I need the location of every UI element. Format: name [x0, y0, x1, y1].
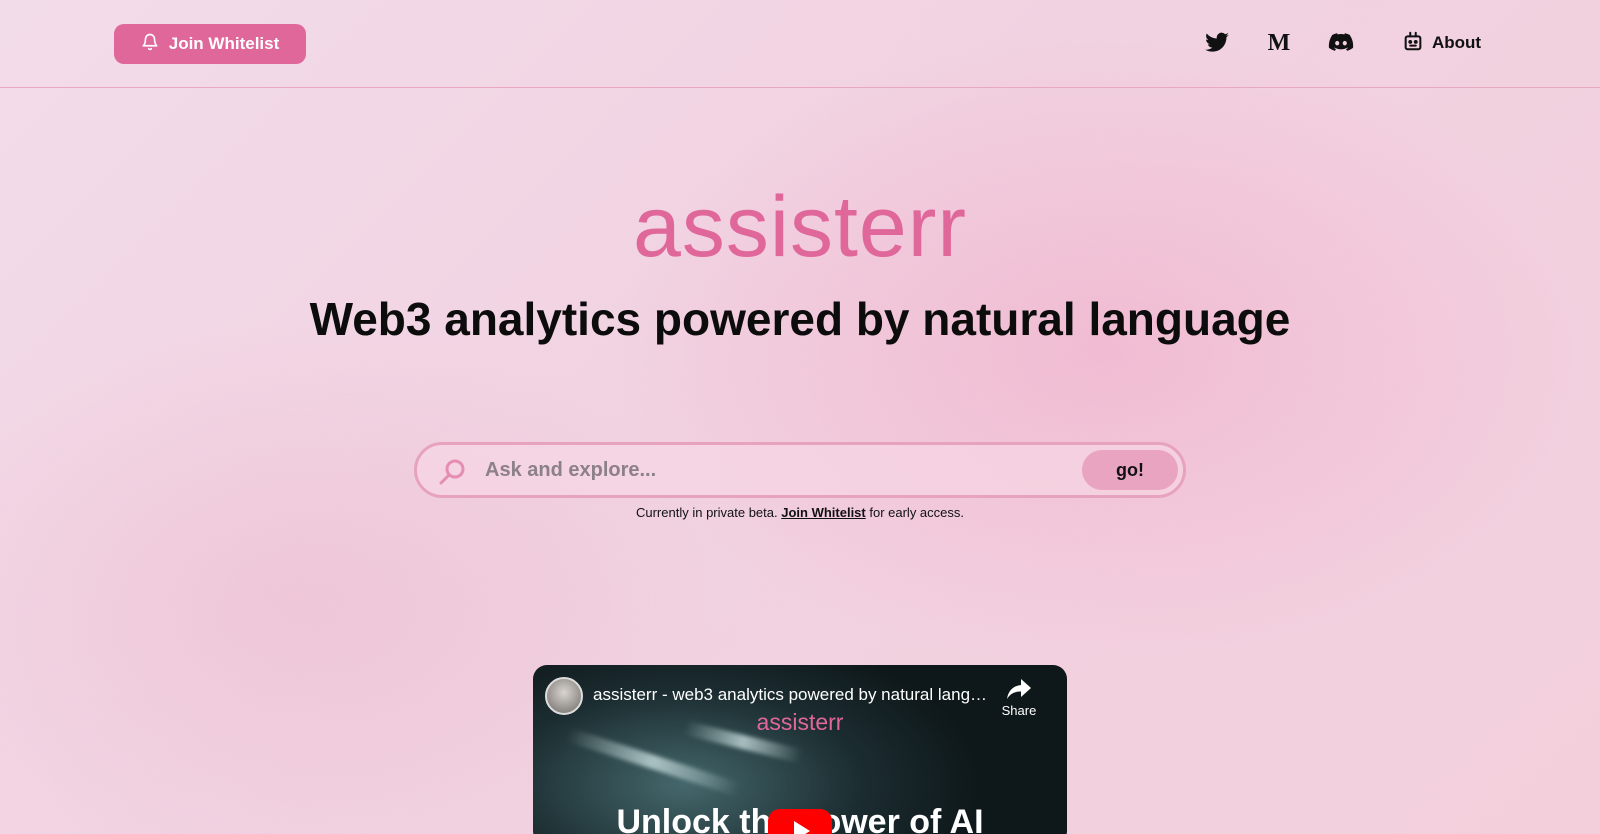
join-whitelist-link[interactable]: Join Whitelist — [781, 505, 866, 520]
beta-note: Currently in private beta. Join Whitelis… — [0, 505, 1600, 520]
play-icon[interactable] — [768, 809, 832, 834]
about-label: About — [1432, 33, 1482, 52]
bell-icon — [141, 33, 159, 56]
page-headline: Web3 analytics powered by natural langua… — [309, 293, 1291, 345]
beta-note-suffix: for early access. — [869, 505, 965, 520]
join-whitelist-label: Join Whitelist — [168, 34, 280, 53]
medium-icon[interactable]: M — [1264, 28, 1294, 58]
join-whitelist-button[interactable]: Join Whitelist — [114, 24, 306, 64]
share-icon — [1007, 679, 1031, 699]
beta-note-prefix: Currently in private beta. — [635, 505, 778, 520]
about-link[interactable]: About — [1402, 28, 1481, 58]
header: Join Whitelist M About — [0, 0, 1600, 88]
search-input[interactable] — [485, 451, 1075, 489]
robot-icon — [1402, 30, 1424, 57]
search-bar: go! — [414, 442, 1186, 498]
search-icon — [437, 457, 467, 487]
twitter-icon[interactable] — [1202, 28, 1232, 58]
video-brand: assisterr — [756, 709, 844, 735]
discord-icon[interactable] — [1326, 28, 1356, 58]
video-title[interactable]: assisterr - web3 analytics powered by na… — [593, 685, 993, 705]
video-embed[interactable]: assisterr - web3 analytics powered by na… — [533, 665, 1067, 834]
go-button[interactable]: go! — [1082, 450, 1178, 490]
brand-logo: assisterr — [633, 179, 967, 275]
